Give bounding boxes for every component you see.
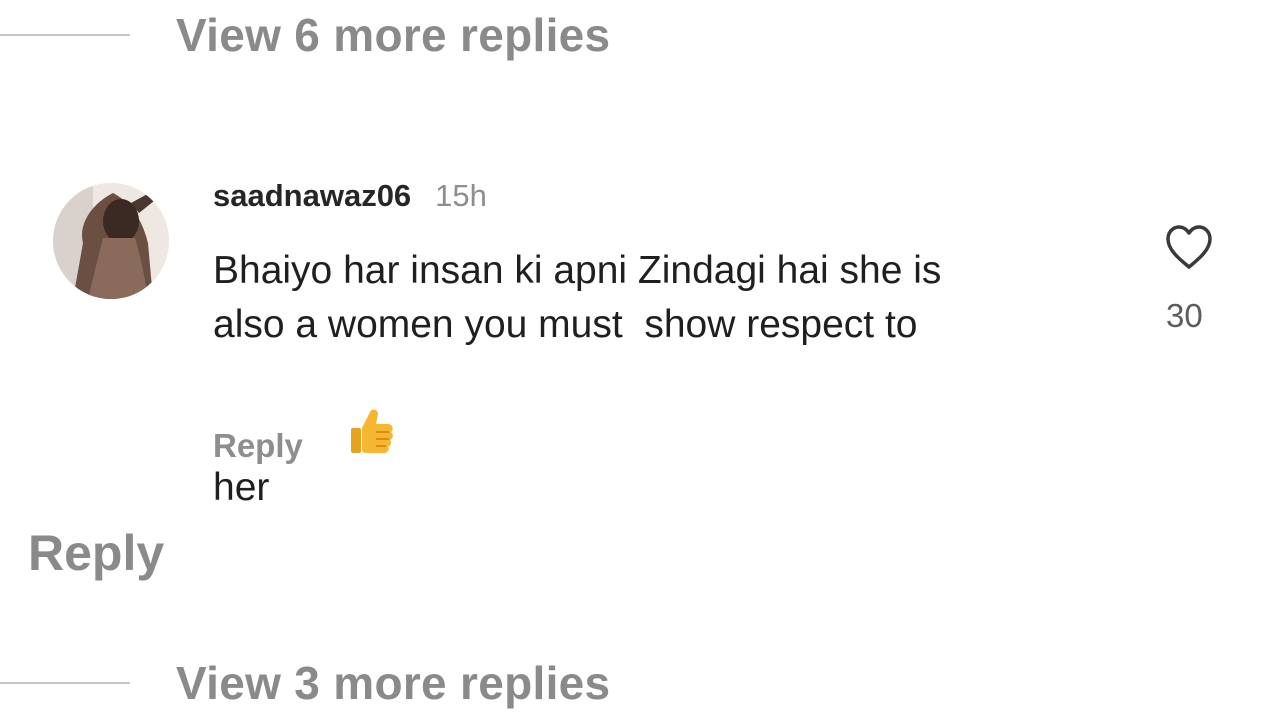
avatar-photo (53, 183, 169, 299)
view-more-replies-top[interactable]: View 6 more replies (0, 8, 610, 62)
comment-text-line: also a women you must show respect to (213, 303, 918, 346)
comment-header: saadnawaz06 15h (213, 178, 487, 214)
comment-username[interactable]: saadnawaz06 (213, 178, 411, 214)
comment-text-line: Bhaiyo har insan ki apni Zindagi hai she… (213, 249, 942, 292)
reply-thread-line (0, 682, 130, 684)
reply-button[interactable]: Reply (28, 524, 164, 582)
view-more-replies-bottom[interactable]: View 3 more replies (0, 656, 610, 710)
like-count: 30 (1166, 297, 1203, 334)
avatar[interactable] (53, 183, 169, 299)
comments-section: View 6 more replies saadnawaz06 15h Bhai… (0, 0, 1280, 720)
comment-body: Bhaiyo har insan ki apni Zindagi hai she… (213, 244, 1113, 523)
view-more-replies-label[interactable]: View 3 more replies (176, 656, 610, 710)
view-more-replies-label[interactable]: View 6 more replies (176, 8, 610, 62)
heart-outline-icon[interactable] (1164, 223, 1214, 271)
reply-thread-line (0, 34, 130, 36)
comment-text-line: her (213, 466, 270, 509)
comment-timestamp: 15h (435, 178, 487, 213)
comment-reply-button[interactable]: Reply (213, 427, 303, 465)
